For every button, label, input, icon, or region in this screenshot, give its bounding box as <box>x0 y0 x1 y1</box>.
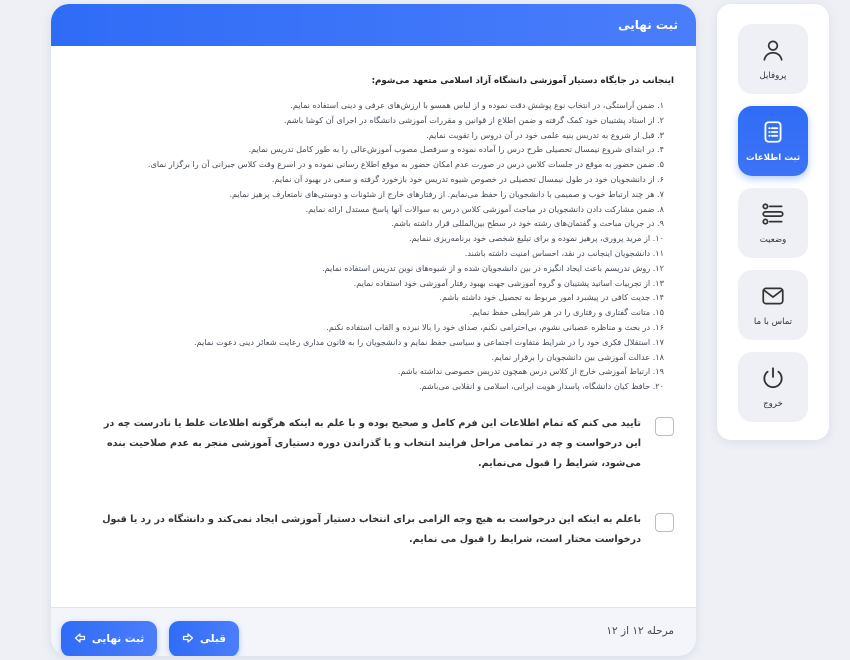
confirm-accuracy-checkbox[interactable] <box>655 416 674 436</box>
rule-item: ۵. ضمن حضور به موقع در جلسات کلاس درس در… <box>147 159 664 170</box>
sidebar-item-contact[interactable]: تماس با ما <box>738 270 808 340</box>
rule-item: ۱. ضمن آراستگی، در انتخاب نوع پوشش دقت ن… <box>290 100 664 110</box>
rule-item: ۷. هر چند ارتباط خوب و صمیمی با دانشجویا… <box>229 188 664 199</box>
mail-icon <box>760 283 786 309</box>
rule-item: ۱۸. عدالت آموزشی بین دانشجویان را برقرار… <box>491 351 664 362</box>
commitment-intro: اینجانب در جایگاه دستیار آموزشی دانشگاه … <box>371 76 674 86</box>
arrow-right-icon <box>182 632 194 647</box>
rule-item: ۱۱. دانشجویان اینجانب در نقد، احساس امنی… <box>464 247 664 258</box>
sidebar-item-label: خروج <box>763 399 783 409</box>
power-icon <box>760 365 786 391</box>
user-icon <box>760 37 786 63</box>
previous-button-label: قبلی <box>199 633 227 645</box>
confirm-accuracy-label: تایید می کنم که تمام اطلاعات این فرم کام… <box>103 417 641 469</box>
step-indicator: مرحله ۱۲ از ۱۲ <box>606 625 674 637</box>
card-title: ثبت نهایی <box>618 18 678 32</box>
rule-item: ۲. از استاد پشتیبان خود کمک گرفته و ضمن … <box>283 114 664 125</box>
rule-item: ۳. قبل از شروع به تدریس بنیه علمی خود در… <box>426 129 664 140</box>
rule-item: ۱۶. در بحث و مناظره عصبانی نشوم، بی‌احتر… <box>326 321 664 332</box>
sidebar-item-label: تماس با ما <box>753 317 793 327</box>
clipboard-list-icon <box>760 119 786 145</box>
rule-item: ۸. ضمن مشارکت دادن دانشجویان در مباحث آم… <box>305 203 664 214</box>
rule-item: ۶. از دانشجویان خود در طول نیمسال تحصیلی… <box>271 173 664 184</box>
rule-item: ۱۰. از مرید پروری، پرهیز نموده و برای تب… <box>409 233 664 244</box>
rule-item: ۴. در ابتدای شروع نیمسال تحصیلی طرح درس … <box>248 144 664 155</box>
rule-item: ۱۳. از تجربیات اساتید پشتیبان و گروه آمو… <box>353 277 664 288</box>
rule-item: ۱۵. متانت گفتاری و رفتاری را در هر شرایط… <box>469 307 664 318</box>
rule-item: ۱۷. استقلال فکری خود را در شرایط متفاوت … <box>194 336 664 347</box>
rule-item: ۱۴. جدیت کافی در پیشبرد امور مربوط به تح… <box>439 292 664 303</box>
previous-button[interactable]: قبلی <box>169 621 239 656</box>
final-submit-button[interactable]: ثبت نهایی <box>61 621 157 656</box>
confirm-no-obligation-checkbox[interactable] <box>655 512 674 532</box>
sidebar-item-label: وضعیت <box>759 235 787 245</box>
arrow-left-icon <box>74 632 86 647</box>
rule-item: ۹. در جریان مباحث و گفتمان‌های رشته خود … <box>391 218 664 229</box>
sidebar-item-profile[interactable]: پروفایل <box>738 24 808 94</box>
card-footer: مرحله ۱۲ از ۱۲ قبلی ثبت نهایی <box>51 607 696 656</box>
sidebar-nav: پروفایل ثبت اطلاعات وضعیت تماس با ما خرو… <box>717 4 829 440</box>
sidebar-item-label: ثبت اطلاعات <box>745 153 801 163</box>
final-submit-card: ثبت نهایی اینجانب در جایگاه دستیار آموزش… <box>51 4 696 656</box>
sidebar-item-logout[interactable]: خروج <box>738 352 808 422</box>
rule-item: ۱۲. روش تدریسم باعث ایجاد انگیزه در بین … <box>322 262 664 273</box>
rule-item: ۱۹. ارتباط آموزشی خارج از کلاس درس همچون… <box>397 366 664 377</box>
confirm-accuracy-row: تایید می کنم که تمام اطلاعات این فرم کام… <box>69 414 678 474</box>
rule-item: ۲۰. حافظ کیان دانشگاه، پاسدار هویت ایران… <box>418 381 664 392</box>
list-status-icon <box>760 201 786 227</box>
commitment-rules-list: ۱. ضمن آراستگی، در انتخاب نوع پوشش دقت ن… <box>69 98 678 394</box>
sidebar-item-status[interactable]: وضعیت <box>738 188 808 258</box>
confirm-no-obligation-label: باعلم به اینکه این درخواست به هیچ وجه ال… <box>102 513 641 545</box>
card-header: ثبت نهایی <box>51 4 696 46</box>
sidebar-item-register-info[interactable]: ثبت اطلاعات <box>738 106 808 176</box>
sidebar-item-label: پروفایل <box>759 71 787 81</box>
final-submit-button-label: ثبت نهایی <box>91 633 145 645</box>
confirm-no-obligation-row: باعلم به اینکه این درخواست به هیچ وجه ال… <box>69 510 678 550</box>
card-body: اینجانب در جایگاه دستیار آموزشی دانشگاه … <box>51 46 696 608</box>
